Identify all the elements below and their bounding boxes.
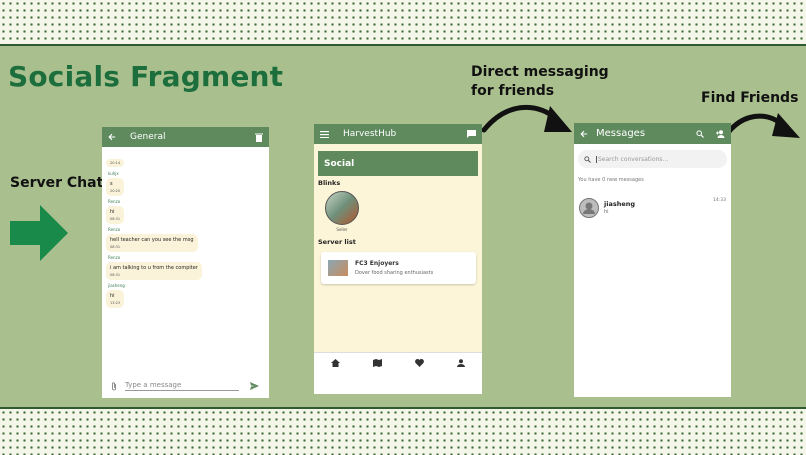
conversation-preview: hi [604,209,609,215]
blink-item[interactable]: Seller [325,191,359,232]
message-time: 20:20 [110,189,121,193]
message-bubble: 20:14 [106,159,125,167]
direct-messaging-caption-line2: for friends [471,83,555,99]
messages-app-bar: Messages [574,123,731,144]
message-time: 08:31 [110,273,121,277]
messages-title: Messages [596,128,646,139]
back-arrow-icon[interactable] [108,133,116,141]
message-time: 08:31 [110,217,121,221]
message-time: 20:14 [110,161,121,165]
dotted-bottom-band [0,407,806,455]
conversation-name: jiasheng [604,200,636,208]
blink-avatar [325,191,359,225]
message-text: s [110,181,113,187]
map-icon[interactable] [372,359,382,367]
chat-app-bar: General [102,127,269,147]
server-name: FC3 Enjoyers [355,260,399,267]
delete-icon[interactable] [255,133,263,142]
blink-name: Seller [336,227,348,232]
message-time: 08:31 [110,245,121,249]
conversation-avatar [579,198,599,218]
server-card[interactable]: FC3 Enjoyers Dover food sharing enthusia… [321,252,476,284]
social-header: Social [318,151,478,176]
right-arrow-icon [10,205,68,261]
message-text: hi [110,209,115,215]
server-chat-caption: Server Chat [10,175,104,191]
message-text: hi [110,293,115,299]
add-friend-icon[interactable] [716,129,725,138]
message-sender: kuhjx [108,171,119,176]
message-bubble: i am talking to u from the compiter 08:31 [106,262,202,280]
chat-message-list: 20:14 kuhjx s 20:20 Renzo hi 08:31 Renzo h… [102,147,269,308]
bottom-nav [314,352,482,373]
server-description: Dover food sharing enthusiasts [355,270,434,276]
home-icon[interactable] [330,359,340,367]
conversation-time: 14:33 [713,198,726,203]
chat-input-bar: Type a message [102,377,269,395]
conversation-item[interactable]: jiasheng hi 14:33 [579,198,731,220]
messages-screen: Messages Search conversations... You hav… [574,123,731,397]
dotted-top-band [0,0,806,46]
profile-icon[interactable] [457,359,466,367]
chat-screen: General 20:14 kuhjx s 20:20 Renzo hi 08:31… [102,127,269,398]
message-text: i am talking to u from the compiter [110,265,198,271]
new-messages-status: You have 0 new messages [578,177,644,183]
server-thumbnail [328,260,348,276]
chat-icon[interactable] [467,130,476,138]
curved-arrow-icon-2 [724,113,800,138]
message-input[interactable]: Type a message [125,381,239,391]
curved-arrow-icon [481,104,572,133]
harvesthub-app-bar: HarvestHub [314,124,482,144]
message-bubble: hell teacher can you see the msg 08:31 [106,234,198,252]
message-bubble: s 20:20 [106,178,125,196]
page-title: Socials Fragment [8,60,284,93]
message-sender: jiasheng [108,283,125,288]
heart-icon[interactable] [415,359,425,367]
attach-icon[interactable] [111,381,117,391]
blinks-label: Blinks [318,179,341,187]
message-bubble: hi 13:23 [106,290,125,308]
search-icon [584,155,591,163]
direct-messaging-caption-line1: Direct messaging [471,64,609,80]
message-sender: Renzo [108,227,121,232]
search-conversations-bar[interactable]: Search conversations... [578,150,727,168]
search-icon[interactable] [696,129,704,138]
message-bubble: hi 08:31 [106,206,125,224]
menu-icon[interactable] [320,130,329,138]
server-list-label: Server list [318,238,356,246]
app-title: HarvestHub [343,129,397,139]
message-time: 13:23 [110,301,121,305]
find-friends-caption: Find Friends [701,90,799,106]
chat-title: General [130,132,166,142]
message-text: hell teacher can you see the msg [110,237,194,243]
message-sender: Renzo [108,255,121,260]
search-input[interactable]: Search conversations... [596,155,668,163]
harvesthub-content: Social Blinks Seller Server list FC3 Enj… [314,144,482,372]
message-sender: Renzo [108,199,121,204]
back-arrow-icon[interactable] [580,130,588,138]
send-icon[interactable] [250,382,259,390]
harvesthub-screen: HarvestHub Social Blinks Seller Server l… [314,124,482,394]
